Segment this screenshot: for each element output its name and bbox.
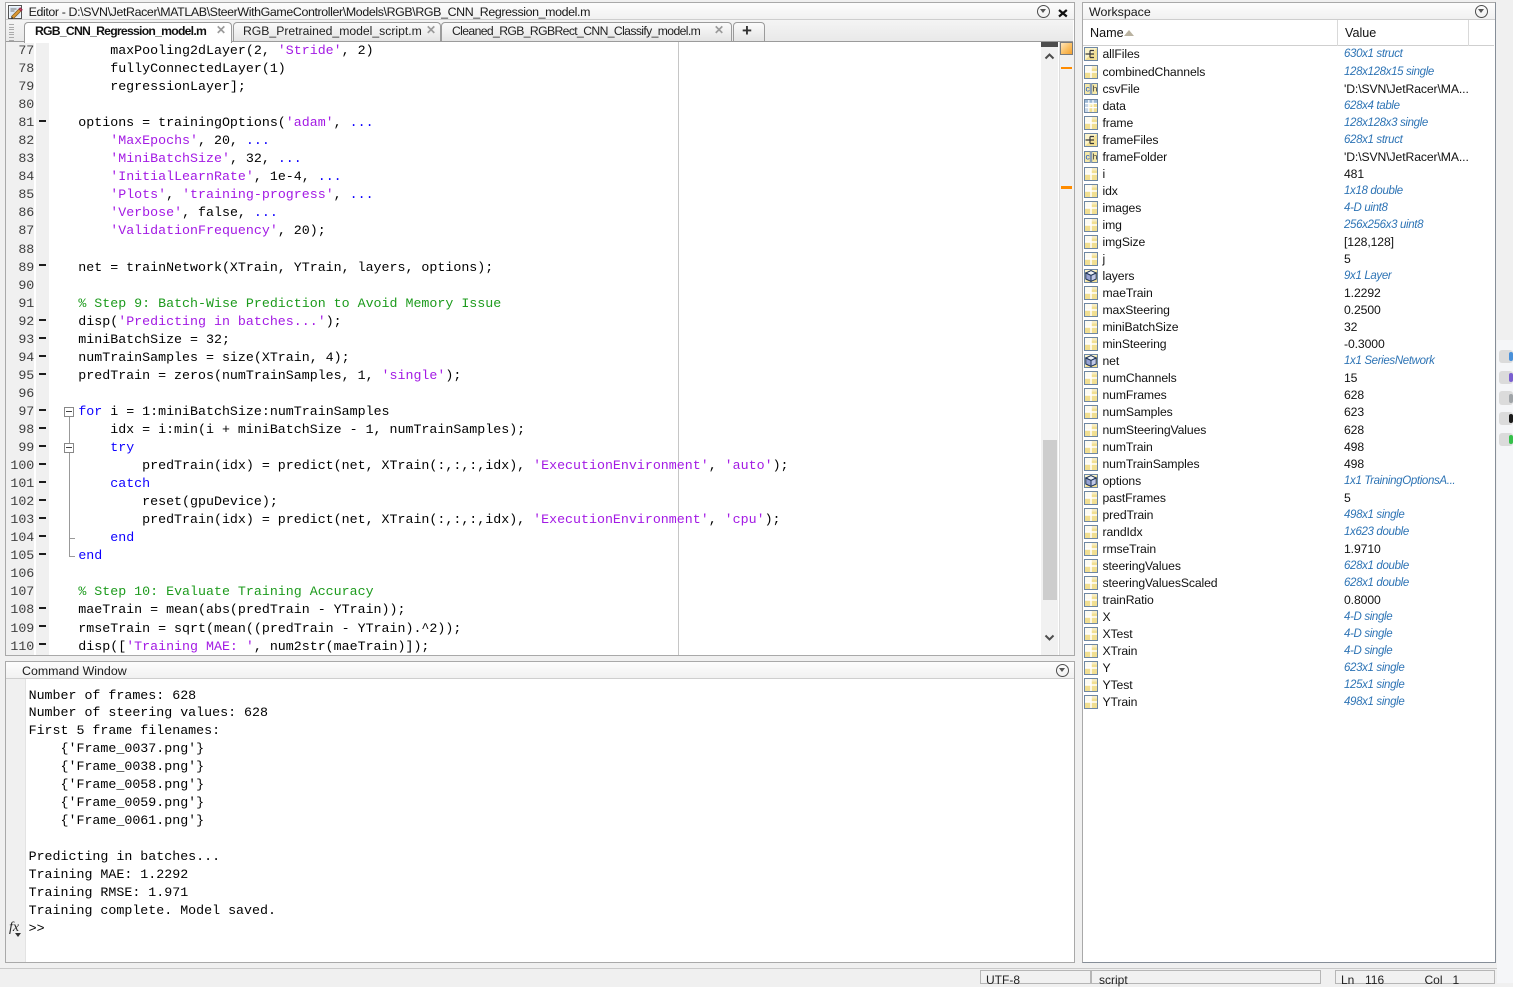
- svg-text:h: h: [1092, 83, 1097, 93]
- svg-text:h: h: [1092, 151, 1097, 161]
